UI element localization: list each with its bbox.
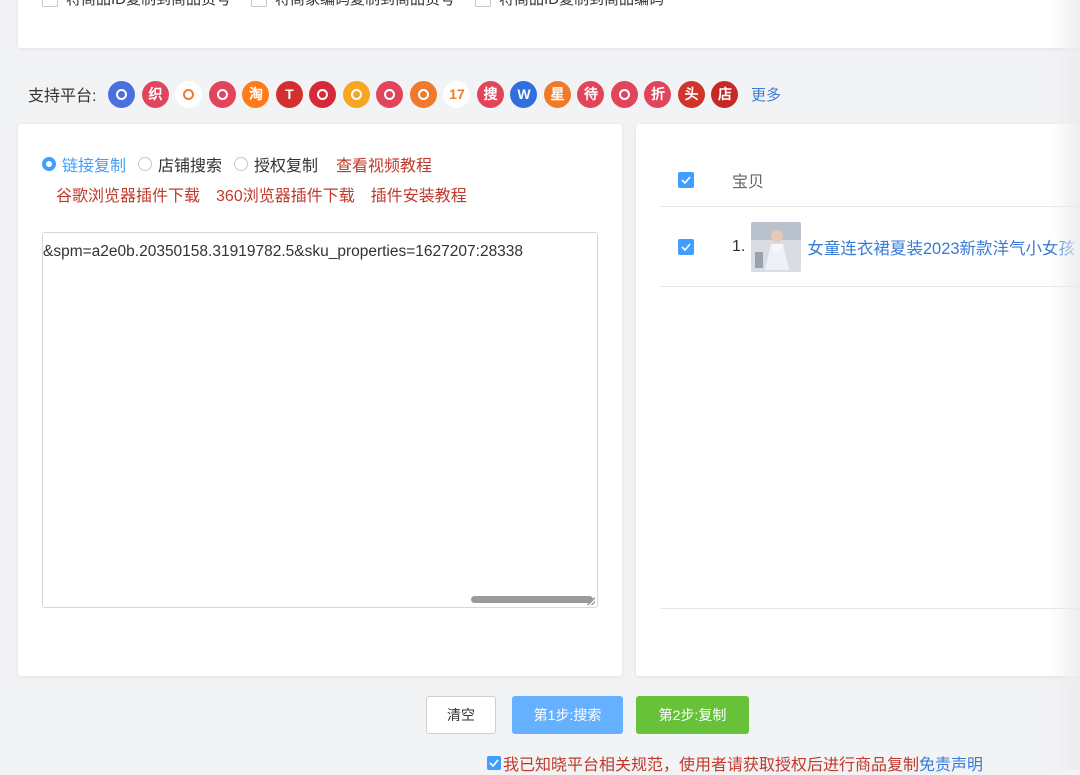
checkbox[interactable] <box>251 0 268 7</box>
sou-icon[interactable]: 搜 <box>476 80 504 108</box>
w-icon[interactable]: W <box>510 80 538 108</box>
row-checkbox[interactable] <box>678 239 694 255</box>
header-divider <box>660 206 1080 207</box>
dai-icon[interactable]: 待 <box>577 80 605 108</box>
radio-dot[interactable] <box>138 157 153 171</box>
option-merchant-code-to-sku[interactable]: 将商家编码复制到商品货号 <box>251 0 455 9</box>
option-id-to-sku[interactable]: 将商品ID复制到商品货号 <box>42 0 231 9</box>
check-icon <box>681 243 691 251</box>
link-copy-panel: 链接复制 店铺搜索 授权复制 查看视频教程 谷歌浏览器插件下载 360浏览器插件… <box>18 124 622 676</box>
agreement: 我已知晓平台相关规范，使用者请获取授权后进行商品复制 免责声明 <box>487 751 983 775</box>
product-list-panel: 宝贝 1. 女童连衣裙夏装2023新款洋气小女孩 <box>636 124 1080 676</box>
option-id-to-code[interactable]: 将商品ID复制到商品编码 <box>475 0 664 9</box>
agreement-text: 我已知晓平台相关规范，使用者请获取授权后进行商品复制 <box>503 757 920 774</box>
face-icon[interactable] <box>376 80 404 108</box>
sun-icon[interactable] <box>342 80 370 108</box>
table-header: 宝贝 <box>678 168 764 192</box>
step1-search-button[interactable]: 第1步:搜索 <box>512 696 623 734</box>
tou-icon[interactable]: 头 <box>677 80 705 108</box>
radio-label: 链接复制 <box>62 158 127 175</box>
option-label: 将商家编码复制到商品货号 <box>275 0 455 9</box>
row-index: 1. <box>732 238 746 255</box>
zhe-icon[interactable]: 折 <box>644 80 672 108</box>
radio-label: 店铺搜索 <box>158 158 223 175</box>
seventeen-icon[interactable]: 17 <box>443 80 471 108</box>
copy-options-card: 将商品ID复制到商品货号 将商家编码复制到商品货号 将商品ID复制到商品编码 <box>18 0 1080 48</box>
agreement-checkbox[interactable] <box>487 756 501 770</box>
checkbox[interactable] <box>42 0 58 7</box>
xing-icon[interactable]: 星 <box>543 80 571 108</box>
copy-mode-radios: 链接复制 店铺搜索 授权复制 查看视频教程 <box>42 152 432 176</box>
product-thumbnail <box>751 222 802 272</box>
option-label: 将商品ID复制到商品编码 <box>499 0 664 9</box>
zhi-icon[interactable]: 织 <box>141 80 169 108</box>
chrome-plugin-link[interactable]: 谷歌浏览器插件下载 <box>56 182 200 206</box>
plugin-install-tutorial-link[interactable]: 插件安装教程 <box>371 182 467 206</box>
table-row: 1. 女童连衣裙夏装2023新款洋气小女孩 <box>678 222 1075 272</box>
column-header-item: 宝贝 <box>732 174 765 191</box>
360-plugin-link[interactable]: 360浏览器插件下载 <box>216 182 355 206</box>
radio-label: 授权复制 <box>254 158 319 175</box>
link-textarea[interactable]: &spm=a2e0b.20350158.31919782.5&sku_prope… <box>42 232 598 608</box>
step2-copy-button[interactable]: 第2步:复制 <box>636 696 749 734</box>
video-tutorial-link[interactable]: 查看视频教程 <box>336 152 432 176</box>
bag-icon[interactable] <box>610 80 638 108</box>
dian-icon[interactable]: 店 <box>711 80 739 108</box>
check-icon <box>489 759 499 767</box>
platform-circle-icon[interactable] <box>108 80 136 108</box>
horizontal-scrollbar[interactable] <box>471 596 593 603</box>
supported-platforms: 支持平台: 织 淘 T 17 搜 W 星待 折头店 更多 <box>28 78 781 110</box>
product-title-link[interactable]: 女童连衣裙夏装2023新款洋气小女孩 <box>807 235 1075 259</box>
radio-dot[interactable] <box>42 157 56 171</box>
clear-button[interactable]: 清空 <box>426 696 496 734</box>
check-icon <box>681 176 691 184</box>
kaola-icon[interactable] <box>309 80 337 108</box>
platforms-label: 支持平台: <box>28 88 97 105</box>
copy-options: 将商品ID复制到商品货号 将商家编码复制到商品货号 将商品ID复制到商品编码 <box>42 0 664 9</box>
plugin-links: 谷歌浏览器插件下载 360浏览器插件下载 插件安装教程 <box>56 182 467 206</box>
textarea-value: &spm=a2e0b.20350158.31919782.5&sku_prope… <box>43 243 524 260</box>
platform-icons: 织 淘 T 17 搜 W 星待 折头店 <box>108 80 745 108</box>
option-label: 将商品ID复制到商品货号 <box>66 0 231 9</box>
tao-icon[interactable]: 淘 <box>242 80 270 108</box>
disclaimer-link[interactable]: 免责声明 <box>919 751 983 775</box>
leaf-icon[interactable] <box>409 80 437 108</box>
select-all-checkbox[interactable] <box>678 172 694 188</box>
radio-auth-copy[interactable]: 授权复制 <box>234 152 318 176</box>
pattern-icon[interactable] <box>208 80 236 108</box>
radio-link-copy[interactable]: 链接复制 <box>42 152 126 176</box>
tmall-icon[interactable]: T <box>275 80 303 108</box>
resize-handle-icon[interactable] <box>587 597 595 605</box>
radio-shop-search[interactable]: 店铺搜索 <box>138 152 222 176</box>
row-divider <box>660 286 1080 287</box>
checkbox[interactable] <box>475 0 492 7</box>
flame-icon[interactable] <box>175 80 203 108</box>
radio-dot[interactable] <box>234 157 249 171</box>
table-bottom-divider <box>660 608 1080 609</box>
more-platforms-link[interactable]: 更多 <box>751 84 781 105</box>
